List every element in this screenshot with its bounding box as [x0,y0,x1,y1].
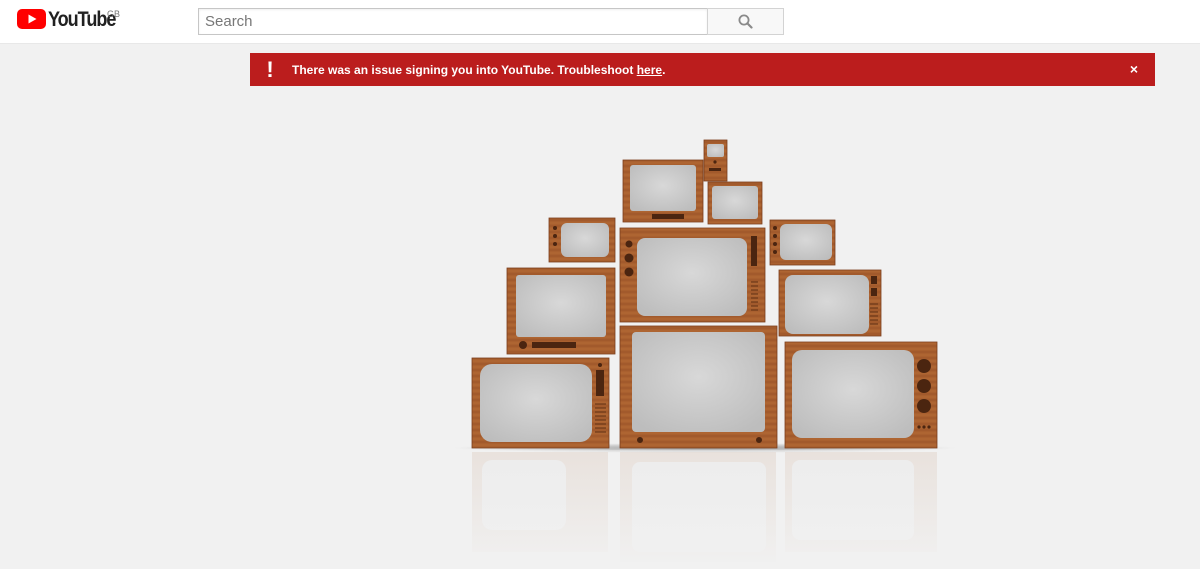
troubleshoot-link[interactable]: here [637,63,662,77]
masthead: YouTube GB [0,0,1200,44]
tv-right-middle [778,269,882,337]
tv-bottom-right [784,341,938,449]
tv-top-left [622,159,704,223]
tv-left-middle [506,267,616,355]
country-code: GB [107,9,121,19]
close-alert-button[interactable]: × [1130,62,1138,76]
search-button[interactable] [707,8,784,35]
alert-message-text: There was an issue signing you into YouT… [292,62,637,77]
tv-right-small [769,219,836,266]
youtube-play-icon [17,9,46,29]
tv-bottom-left [471,357,610,449]
alert-message: There was an issue signing you into YouT… [292,63,665,77]
sign-in-error-alert: ! There was an issue signing you into Yo… [250,53,1155,86]
exclamation-icon: ! [266,57,274,82]
tv-top-right [707,181,763,225]
logo-text: YouTube [48,8,116,31]
vintage-tv-pile-illustration [440,139,970,569]
youtube-logo[interactable]: YouTube GB [17,9,126,35]
tv-center-middle [619,227,766,323]
alert-message-end: . [662,62,666,77]
tv-left-small [548,217,616,263]
search-input[interactable] [198,8,707,35]
search-form [198,8,784,35]
tv-tiny [703,139,728,182]
tv-bottom-center [619,325,778,449]
search-icon [738,14,753,29]
